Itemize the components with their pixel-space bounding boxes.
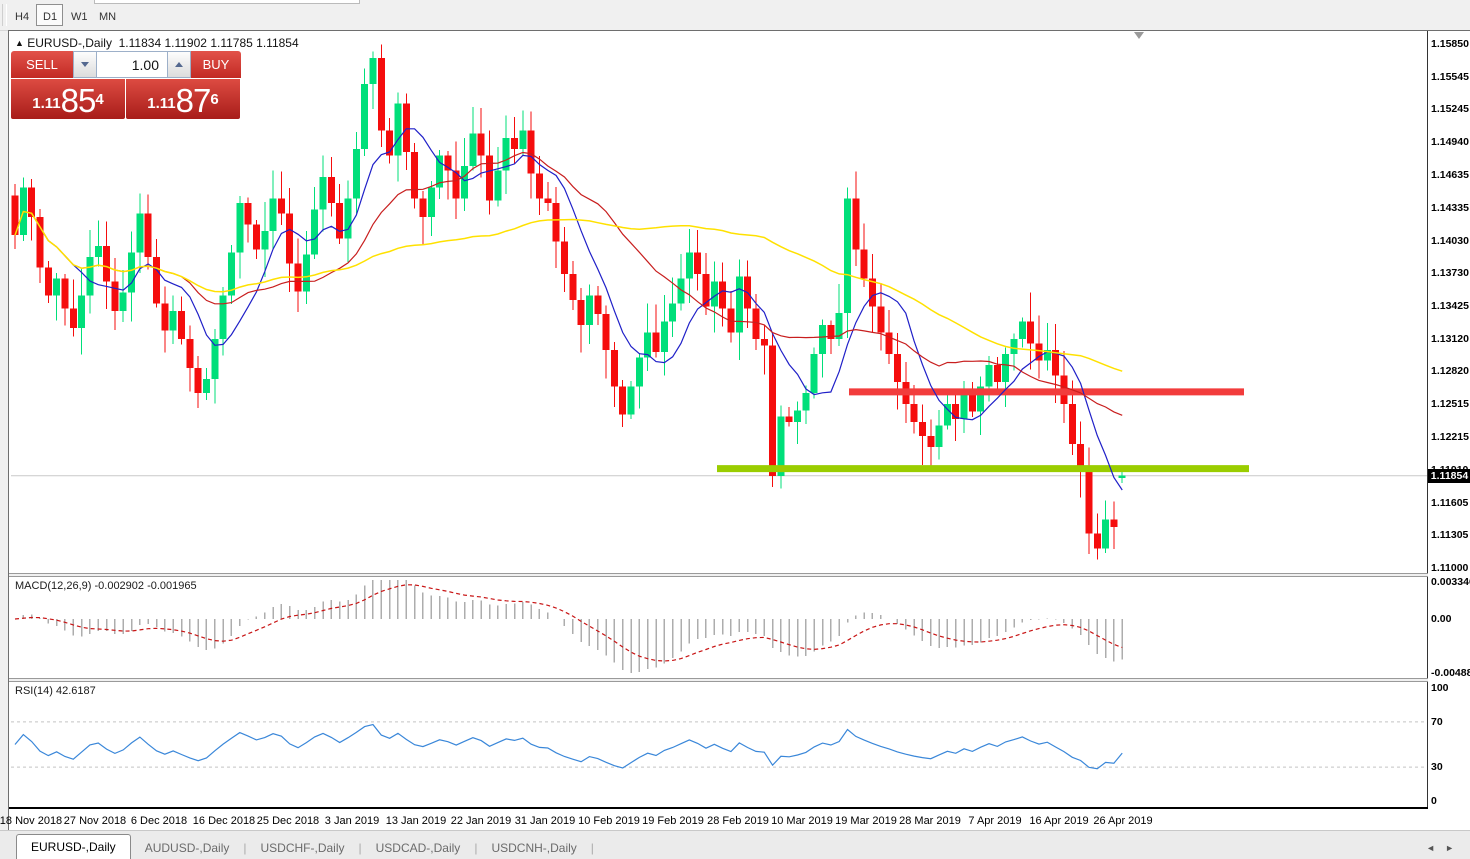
rsi-indicator-label: RSI(14) 42.6187 [15,685,96,697]
macd-value-main: -0.002902 [94,580,144,592]
price-axis-label: 1.14335 [1431,202,1469,214]
timeframe-toolbar: H4D1W1MN [0,0,1470,31]
tab-scroll-arrows[interactable]: ◄► [1426,843,1464,853]
time-axis-label: 26 Apr 2019 [1081,815,1165,827]
scroll-left-icon[interactable]: ◄ [1426,843,1445,853]
price-axis[interactable]: 1.15850 1.15545 1.15245 1.14940 1.14635 1.143… [1428,31,1470,809]
sell-price-prefix: 1.11 [32,91,60,117]
price-axis-label: 1.11605 [1431,497,1468,509]
volume-increase-button[interactable] [167,51,191,78]
price-axis-label: 1.12215 [1431,431,1469,443]
rsi-axis-label: 30 [1431,761,1443,773]
chart-tab-eurusd[interactable]: EURUSD-,Daily [16,834,131,859]
price-axis-label: 1.14940 [1431,136,1469,148]
price-axis-label: 1.15850 [1431,38,1469,50]
price-axis-label: 1.12515 [1431,398,1469,410]
chart-tab-usdcnh[interactable]: USDCNH-,Daily [477,837,590,859]
price-axis-label: 1.12820 [1431,365,1469,377]
mt4-terminal: H4D1W1MN ▲ EURUSD-,Daily 1.11834 1.11902… [0,0,1470,859]
macd-value-signal: -0.001965 [147,580,197,592]
timeframe-button-mn[interactable]: MN [92,4,119,26]
ohlc-open: 1.11834 [119,36,162,50]
chart-window: ▲ EURUSD-,Daily 1.11834 1.11902 1.11785 … [8,30,1470,830]
triangle-down-icon [81,62,89,67]
rsi-axis-label: 0 [1431,795,1437,807]
timeframe-button-w1[interactable]: W1 [64,4,91,26]
timeframe-button-d1[interactable]: D1 [36,4,63,26]
chart-symbol: EURUSD-,Daily [27,36,112,50]
chart-tab-usdcad[interactable]: USDCAD-,Daily [362,837,475,859]
ohlc-low: 1.11785 [210,36,253,50]
buy-price-prefix: 1.11 [147,91,175,117]
current-price-marker: 1.11854 [1428,469,1470,483]
macd-axis-label: 0.00 [1431,613,1451,625]
price-axis-label: 1.15245 [1431,103,1469,115]
chart-tab-usdchf[interactable]: USDCHF-,Daily [247,837,359,859]
time-axis[interactable]: 18 Nov 201827 Nov 20186 Dec 201816 Dec 2… [9,809,1470,831]
macd-axis-label: -0.004885 [1431,667,1470,679]
volume-input[interactable] [97,51,167,78]
symbol-triangle-icon: ▲ [15,38,24,48]
volume-decrease-button[interactable] [73,51,97,78]
rsi-axis-label: 70 [1431,716,1443,728]
buy-price-big: 87 [176,84,211,117]
triangle-up-icon [175,62,183,67]
scroll-right-icon[interactable]: ► [1445,843,1464,853]
price-axis-label: 1.13120 [1431,333,1469,345]
ohlc-close: 1.11854 [256,36,299,50]
buy-price-panel[interactable]: 1.11876 [126,79,240,119]
chart-title: ▲ EURUSD-,Daily 1.11834 1.11902 1.11785 … [15,36,299,50]
macd-indicator-label: MACD(12,26,9) -0.002902 -0.001965 [15,580,197,592]
chart-tab-audusd[interactable]: AUDUSD-,Daily [131,837,244,859]
price-axis-label: 1.14030 [1431,235,1469,247]
rsi-panel-splitter[interactable] [9,678,1470,682]
price-axis-label: 1.11000 [1431,562,1468,574]
rsi-value: 42.6187 [56,685,96,697]
price-axis-label: 1.14635 [1431,169,1469,181]
macd-panel-splitter[interactable] [9,573,1470,577]
sell-price-sup: 4 [95,79,103,121]
one-click-trading-panel: SELL BUY 1.11854 1.11876 [11,51,241,119]
macd-axis-label: 0.003346 [1431,576,1470,588]
rsi-axis-label: 100 [1431,682,1449,694]
chart-tab-bar: EURUSD-,DailyAUDUSD-,Daily | USDCHF-,Daily… [0,830,1470,859]
sell-button[interactable]: SELL [11,51,73,78]
toolbar-grip[interactable] [2,4,7,26]
sell-price-panel[interactable]: 1.11854 [11,79,125,119]
price-axis-label: 1.13730 [1431,267,1469,279]
price-axis-label: 1.15545 [1431,71,1469,83]
price-chart-canvas[interactable] [9,31,1470,831]
tab-separator: | [591,837,594,859]
buy-button[interactable]: BUY [191,51,241,78]
price-axis-label: 1.11305 [1431,529,1468,541]
price-axis-label: 1.13425 [1431,300,1469,312]
timeframe-button-h4[interactable]: H4 [8,4,35,26]
buy-price-sup: 6 [210,79,218,121]
ohlc-high: 1.11902 [164,36,207,50]
sell-price-big: 85 [61,84,96,117]
toolbar-remnant [94,0,360,4]
